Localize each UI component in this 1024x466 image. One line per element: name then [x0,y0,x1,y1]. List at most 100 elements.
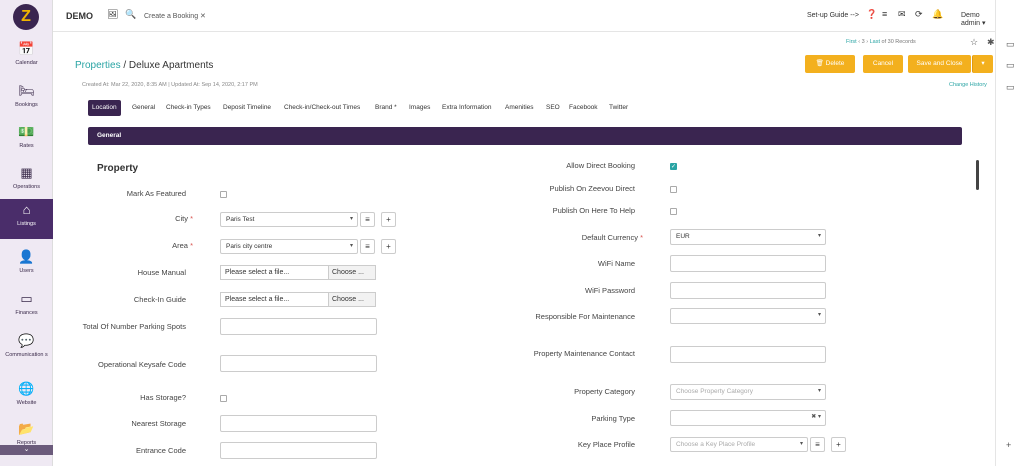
bell-icon[interactable]: 🔔 [932,9,943,20]
general-header: General [88,127,962,145]
house-manual-choose-button: Choose ... [328,265,376,280]
key-place-label: Key Place Profile [577,440,635,449]
area-add-button[interactable]: + [381,239,396,254]
sidebar-item-calendar[interactable]: 📅 Calendar [0,38,53,78]
clear-and-caret-icon: ✖ ▾ [811,414,821,420]
responsible-select[interactable]: ▾ [670,308,826,324]
sidebar-item-rates[interactable]: 💵 Rates [0,121,53,161]
tab-general[interactable]: General [132,100,155,116]
city-add-button[interactable]: + [381,212,396,227]
nearest-storage-label: Nearest Storage [131,419,186,428]
chat-icon: 💬 [18,333,35,348]
tab-amenities[interactable]: Amenities [505,100,534,116]
area-select[interactable]: Paris city centre ▾ [220,239,358,254]
help-icon[interactable]: ❓ [866,9,877,20]
property-category-select[interactable]: Choose Property Category ▾ [670,384,826,400]
tab-images[interactable]: Images [409,100,430,116]
sidebar-item-finances[interactable]: ▭ Finances [0,288,53,328]
globe-icon: 🌐 [18,381,35,396]
caret-down-icon: ▾ [817,388,821,394]
parking-spots-label: Total Of Number Parking Spots [82,322,186,331]
cancel-button[interactable]: Cancel [863,55,903,73]
currency-label: Default Currency * [581,233,643,242]
tab-extra-information[interactable]: Extra Information [442,100,492,116]
notes-icon[interactable]: ▭ [1006,39,1015,50]
menu-icon[interactable]: ≡ [882,9,887,19]
sidebar-item-listings[interactable]: ⌂ Listings [0,199,53,239]
setup-guide-link[interactable]: Set-up Guide --> [807,12,859,19]
image-icon[interactable]: 🖼 [107,9,118,20]
keysafe-input[interactable] [220,355,377,372]
breadcrumb-properties[interactable]: Properties [75,60,121,71]
sidebar-item-users[interactable]: 👤 Users [0,246,53,286]
sync-icon[interactable]: ⟳ [915,9,923,20]
key-place-list-button[interactable]: ≡ [810,437,825,452]
sidebar-item-website[interactable]: 🌐 Website [0,378,53,418]
parking-type-select[interactable]: ✖ ▾ [670,410,826,426]
zeevou-direct-label: Publish On Zeevou Direct [549,184,635,193]
featured-checkbox[interactable] [220,191,227,198]
wifi-name-input[interactable] [670,255,826,272]
sidebar: Z 📅 Calendar 🛏 Bookings 💵 Rates ▦ Operations… [0,0,53,466]
save-close-button[interactable]: Save and Close [908,55,971,73]
zeevou-direct-checkbox[interactable] [670,186,677,193]
key-place-select[interactable]: Choose a Key Place Profile ▾ [670,437,808,452]
checkin-guide-file[interactable]: Please select a file... Choose ... [220,292,377,307]
has-storage-checkbox[interactable] [220,395,227,402]
here-to-help-checkbox[interactable] [670,208,677,215]
checkin-guide-choose-button: Choose ... [328,292,376,307]
content-scrollbar[interactable] [976,160,979,190]
house-manual-label: House Manual [137,268,186,277]
notes-icon-3[interactable]: ▭ [1006,82,1015,93]
folder-icon: 📂 [18,421,35,436]
add-icon[interactable]: + [1006,440,1011,450]
record-meta: Created At: Mar 22, 2020, 8:35 AM | Upda… [82,82,258,88]
tab-location[interactable]: Location [88,100,121,116]
currency-select[interactable]: EUR ▾ [670,229,826,245]
money-icon: 💵 [18,124,35,139]
nearest-storage-input[interactable] [220,415,377,432]
checkin-guide-label: Check-In Guide [133,295,186,304]
tab-twitter[interactable]: Twitter [609,100,628,116]
city-list-button[interactable]: ≡ [360,212,375,227]
tab-brand[interactable]: Brand * [375,100,397,116]
pin-icon[interactable]: ✱ [987,37,995,48]
maintenance-contact-input[interactable] [670,346,826,363]
parking-spots-input[interactable] [220,318,377,335]
sidebar-scroll-down[interactable]: ⌄ [0,445,53,455]
wifi-password-label: WiFi Password [584,286,635,295]
section-property-title: Property [97,163,139,174]
tab-checkin-checkout-times[interactable]: Check-in/Check-out Times [284,100,360,116]
bed-icon: 🛏 [18,83,35,98]
create-booking-tab[interactable]: Create a Booking ✕ [144,12,206,20]
sidebar-item-bookings[interactable]: 🛏 Bookings [0,80,53,120]
search-icon[interactable]: 🔍 [125,9,136,20]
city-label: City * [175,214,193,223]
save-options-toggle[interactable]: ▾ [972,55,993,73]
calendar-icon: 📅 [18,41,35,56]
tab-deposit-timeline[interactable]: Deposit Timeline [223,100,271,116]
notes-icon-2[interactable]: ▭ [1006,60,1015,71]
entrance-code-input[interactable] [220,442,377,459]
direct-booking-checkbox[interactable]: ✓ [670,163,677,170]
delete-button[interactable]: 🗑 Delete [805,55,855,73]
mail-icon[interactable]: ✉ [898,9,906,20]
here-to-help-label: Publish On Here To Help [552,206,635,215]
app-logo[interactable]: Z [13,4,39,30]
key-place-add-button[interactable]: + [831,437,846,452]
tab-checkin-types[interactable]: Check-in Types [166,100,211,116]
star-icon[interactable]: ☆ [970,37,978,48]
tab-facebook[interactable]: Facebook [569,100,598,116]
pager-first[interactable]: First [846,39,857,45]
city-select[interactable]: Paris Test ▾ [220,212,358,227]
tab-seo[interactable]: SEO [546,100,560,116]
house-manual-file[interactable]: Please select a file... Choose ... [220,265,377,280]
sidebar-item-communications[interactable]: 💬 Communication s [0,330,53,370]
entrance-code-label: Entrance Code [135,446,186,455]
change-history-link[interactable]: Change History [949,82,987,88]
area-list-button[interactable]: ≡ [360,239,375,254]
pager-last[interactable]: Last [870,39,880,45]
sidebar-item-operations[interactable]: ▦ Operations [0,162,53,202]
user-menu[interactable]: Demo admin ▾ [961,12,995,27]
wifi-password-input[interactable] [670,282,826,299]
